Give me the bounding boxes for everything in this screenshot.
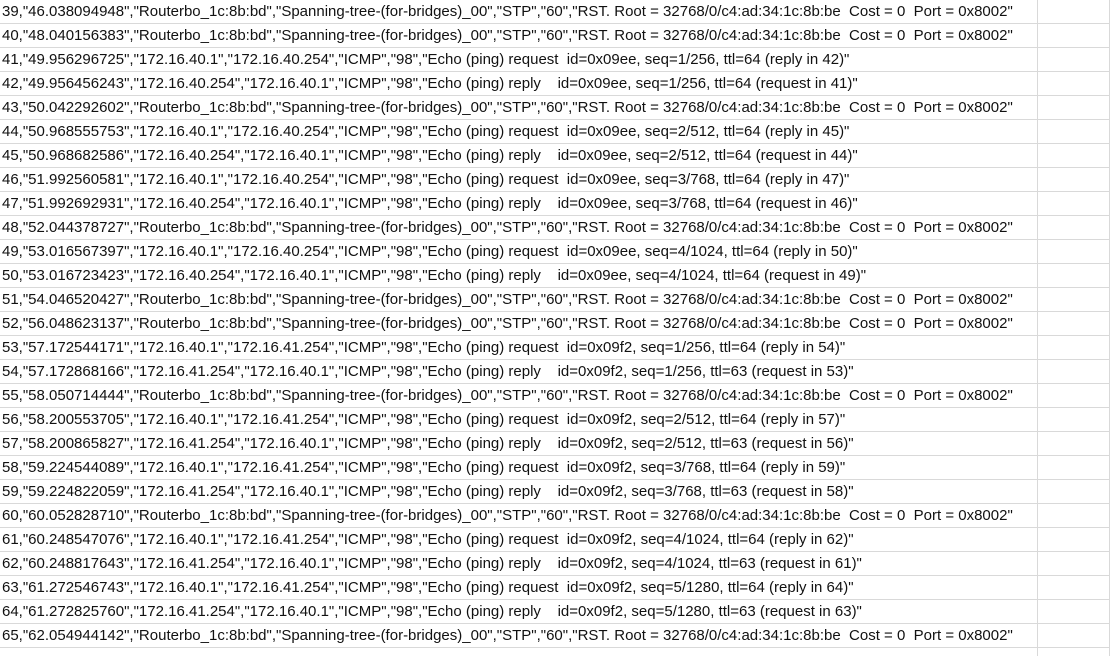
spreadsheet-row[interactable]: 42,"49.956456243","172.16.40.254","172.1… xyxy=(0,72,1110,96)
spreadsheet-row[interactable]: 51,"54.046520427","Routerbo_1c:8b:bd","S… xyxy=(0,288,1110,312)
spreadsheet-row[interactable]: 44,"50.968555753","172.16.40.1","172.16.… xyxy=(0,120,1110,144)
cell-text[interactable]: 47,"51.992692931","172.16.40.254","172.1… xyxy=(2,194,858,214)
cell-text[interactable]: 61,"60.248547076","172.16.40.1","172.16.… xyxy=(2,530,854,550)
spreadsheet-row[interactable]: 43,"50.042292602","Routerbo_1c:8b:bd","S… xyxy=(0,96,1110,120)
spreadsheet-row[interactable]: 59,"59.224822059","172.16.41.254","172.1… xyxy=(0,480,1110,504)
cell-text[interactable]: 52,"56.048623137","Routerbo_1c:8b:bd","S… xyxy=(2,314,1013,334)
cell-text[interactable]: 60,"60.052828710","Routerbo_1c:8b:bd","S… xyxy=(2,506,1013,526)
spreadsheet-row[interactable]: 64,"61.272825760","172.16.41.254","172.1… xyxy=(0,600,1110,624)
cell-text[interactable]: 44,"50.968555753","172.16.40.1","172.16.… xyxy=(2,122,849,142)
spreadsheet-grid: 39,"46.038094948","Routerbo_1c:8b:bd","S… xyxy=(0,0,1110,656)
cell-text[interactable]: 39,"46.038094948","Routerbo_1c:8b:bd","S… xyxy=(2,2,1013,22)
cell-text[interactable]: 49,"53.016567397","172.16.40.1","172.16.… xyxy=(2,242,858,262)
spreadsheet-row[interactable]: 45,"50.968682586","172.16.40.254","172.1… xyxy=(0,144,1110,168)
cell-text[interactable]: 40,"48.040156383","Routerbo_1c:8b:bd","S… xyxy=(2,26,1013,46)
cell-text[interactable]: 58,"59.224544089","172.16.40.1","172.16.… xyxy=(2,458,845,478)
spreadsheet-row[interactable]: 41,"49.956296725","172.16.40.1","172.16.… xyxy=(0,48,1110,72)
spreadsheet-row[interactable]: 47,"51.992692931","172.16.40.254","172.1… xyxy=(0,192,1110,216)
spreadsheet-row[interactable]: 57,"58.200865827","172.16.41.254","172.1… xyxy=(0,432,1110,456)
spreadsheet-row[interactable]: 46,"51.992560581","172.16.40.1","172.16.… xyxy=(0,168,1110,192)
cell-text[interactable]: 62,"60.248817643","172.16.41.254","172.1… xyxy=(2,554,862,574)
cell-text[interactable]: 43,"50.042292602","Routerbo_1c:8b:bd","S… xyxy=(2,98,1013,118)
cell-text[interactable]: 54,"57.172868166","172.16.41.254","172.1… xyxy=(2,362,854,382)
spreadsheet-row[interactable]: 56,"58.200553705","172.16.40.1","172.16.… xyxy=(0,408,1110,432)
cell-text[interactable]: 59,"59.224822059","172.16.41.254","172.1… xyxy=(2,482,854,502)
cell-text[interactable]: 46,"51.992560581","172.16.40.1","172.16.… xyxy=(2,170,849,190)
cell-text[interactable]: 51,"54.046520427","Routerbo_1c:8b:bd","S… xyxy=(2,290,1013,310)
spreadsheet-row[interactable]: 55,"58.050714444","Routerbo_1c:8b:bd","S… xyxy=(0,384,1110,408)
cell-text[interactable]: 56,"58.200553705","172.16.40.1","172.16.… xyxy=(2,410,845,430)
spreadsheet-row[interactable]: 60,"60.052828710","Routerbo_1c:8b:bd","S… xyxy=(0,504,1110,528)
spreadsheet-row[interactable]: 52,"56.048623137","Routerbo_1c:8b:bd","S… xyxy=(0,312,1110,336)
spreadsheet-row[interactable]: 62,"60.248817643","172.16.41.254","172.1… xyxy=(0,552,1110,576)
cell-text[interactable]: 53,"57.172544171","172.16.40.1","172.16.… xyxy=(2,338,845,358)
spreadsheet-row[interactable]: 48,"52.044378727","Routerbo_1c:8b:bd","S… xyxy=(0,216,1110,240)
spreadsheet-row[interactable]: 50,"53.016723423","172.16.40.254","172.1… xyxy=(0,264,1110,288)
spreadsheet-row[interactable]: 65,"62.054944142","Routerbo_1c:8b:bd","S… xyxy=(0,624,1110,648)
cell-text[interactable]: 42,"49.956456243","172.16.40.254","172.1… xyxy=(2,74,858,94)
spreadsheet-row[interactable]: 49,"53.016567397","172.16.40.1","172.16.… xyxy=(0,240,1110,264)
spreadsheet-row[interactable]: 58,"59.224544089","172.16.40.1","172.16.… xyxy=(0,456,1110,480)
spreadsheet-row[interactable]: 63,"61.272546743","172.16.40.1","172.16.… xyxy=(0,576,1110,600)
spreadsheet-row[interactable]: 61,"60.248547076","172.16.40.1","172.16.… xyxy=(0,528,1110,552)
cell-text[interactable]: 55,"58.050714444","Routerbo_1c:8b:bd","S… xyxy=(2,386,1013,406)
cell-text[interactable]: 48,"52.044378727","Routerbo_1c:8b:bd","S… xyxy=(2,218,1013,238)
cell-text[interactable]: 41,"49.956296725","172.16.40.1","172.16.… xyxy=(2,50,849,70)
cell-text[interactable]: 50,"53.016723423","172.16.40.254","172.1… xyxy=(2,266,866,286)
cell-text[interactable]: 64,"61.272825760","172.16.41.254","172.1… xyxy=(2,602,862,622)
spreadsheet-row[interactable]: 53,"57.172544171","172.16.40.1","172.16.… xyxy=(0,336,1110,360)
spreadsheet-row[interactable]: 54,"57.172868166","172.16.41.254","172.1… xyxy=(0,360,1110,384)
cell-text[interactable]: 65,"62.054944142","Routerbo_1c:8b:bd","S… xyxy=(2,626,1013,646)
cell-text[interactable]: 45,"50.968682586","172.16.40.254","172.1… xyxy=(2,146,858,166)
cell-text[interactable]: 63,"61.272546743","172.16.40.1","172.16.… xyxy=(2,578,854,598)
cell-text[interactable]: 57,"58.200865827","172.16.41.254","172.1… xyxy=(2,434,854,454)
spreadsheet-row[interactable]: 39,"46.038094948","Routerbo_1c:8b:bd","S… xyxy=(0,0,1110,24)
spreadsheet-row[interactable]: 40,"48.040156383","Routerbo_1c:8b:bd","S… xyxy=(0,24,1110,48)
